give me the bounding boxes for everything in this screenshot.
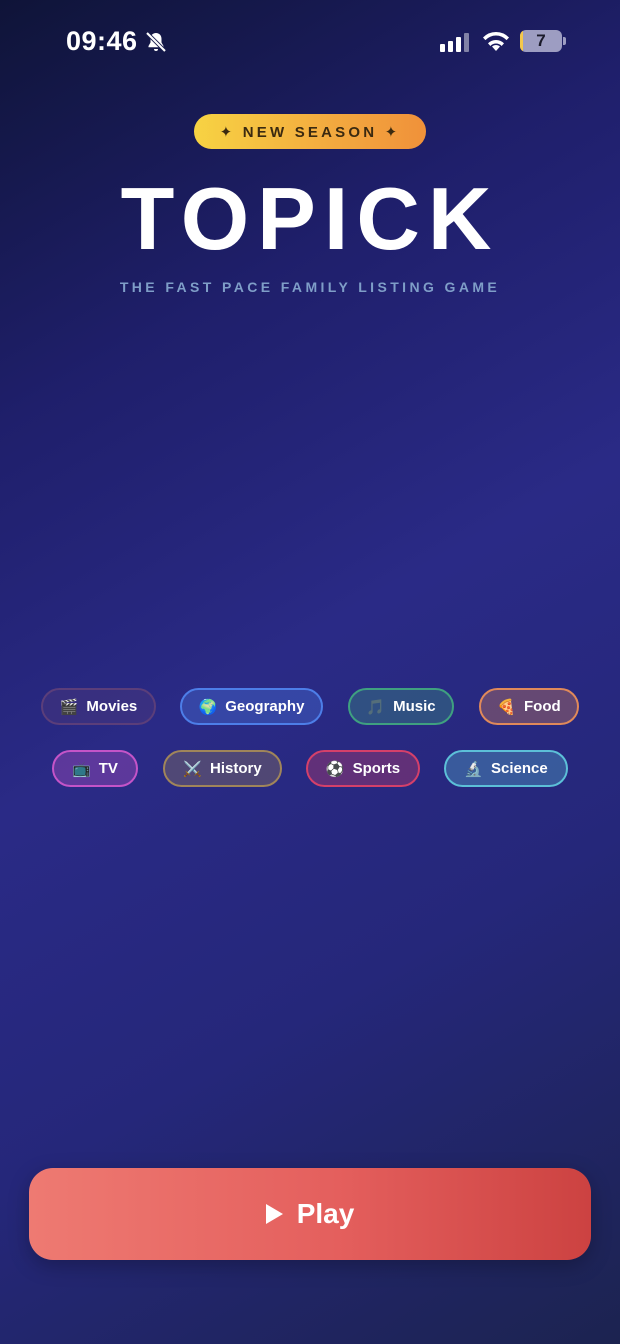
category-label: Food <box>524 698 561 715</box>
category-chip-science[interactable]: 🔬 Science <box>444 750 568 787</box>
category-chip-history[interactable]: ⚔️ History <box>163 750 282 787</box>
category-label: History <box>210 760 262 777</box>
globe-icon: 🌍 <box>198 698 218 716</box>
pizza-icon: 🍕 <box>497 698 517 716</box>
status-time: 09:46 <box>66 26 138 56</box>
play-button[interactable]: Play <box>29 1168 591 1260</box>
soccer-ball-icon: ⚽ <box>325 760 345 778</box>
crossed-swords-icon: ⚔️ <box>183 760 202 778</box>
wifi-icon <box>483 31 509 51</box>
microscope-icon: 🔬 <box>464 760 483 778</box>
battery-icon: 7 <box>520 30 566 52</box>
app-subtitle: THE FAST PACE FAMILY LISTING GAME <box>119 279 501 295</box>
category-chip-food[interactable]: 🍕 Food <box>479 688 579 725</box>
category-chip-tv[interactable]: 📺 TV <box>52 750 138 787</box>
category-chip-geography[interactable]: 🌍 Geography <box>180 688 323 725</box>
category-chip-music[interactable]: 🎵 Music <box>348 688 454 725</box>
television-icon: 📺 <box>72 760 91 778</box>
category-chip-movies[interactable]: 🎬 Movies <box>41 688 156 725</box>
status-bar: 09:46 7 <box>0 0 620 84</box>
category-label: Movies <box>86 698 138 715</box>
category-label: TV <box>98 760 118 777</box>
music-note-icon: 🎵 <box>366 698 386 716</box>
movies-icon: 🎬 <box>59 698 79 716</box>
category-label: Science <box>490 760 548 777</box>
battery-percent: 7 <box>536 31 546 50</box>
category-chip-sports[interactable]: ⚽ Sports <box>306 750 420 787</box>
cellular-signal-icon <box>440 32 469 52</box>
play-label: Play <box>296 1198 355 1229</box>
category-label: Geography <box>225 698 305 715</box>
bell-muted-icon <box>145 31 167 53</box>
play-icon <box>265 1204 283 1224</box>
category-label: Sports <box>352 760 401 777</box>
new-season-badge: ✦ NEW SEASON ✦ <box>194 114 426 149</box>
category-label: Music <box>393 698 436 715</box>
app-title: TOPICK <box>120 169 500 268</box>
